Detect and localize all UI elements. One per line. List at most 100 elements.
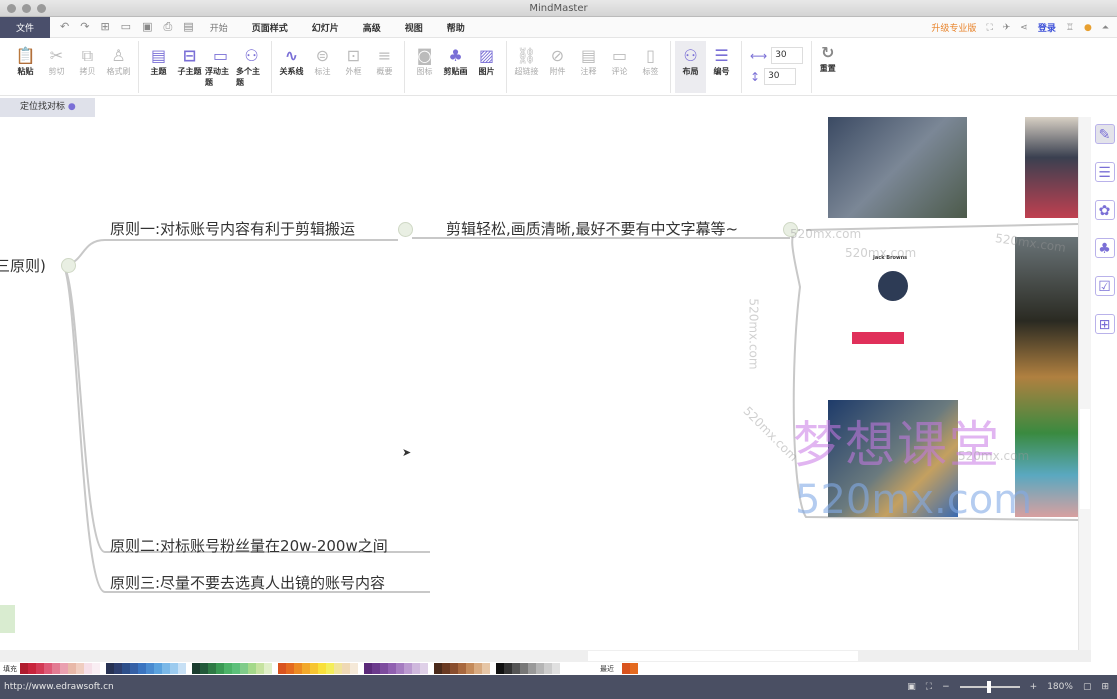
color-swatch[interactable]: [92, 663, 100, 674]
color-swatch[interactable]: [544, 663, 552, 674]
menu-page-style[interactable]: 页面样式: [252, 21, 288, 34]
avatar[interactable]: ●: [1084, 23, 1092, 33]
share-icon[interactable]: ⋖: [1020, 23, 1028, 33]
toolbar-button[interactable]: ▭浮动主题: [205, 41, 236, 93]
color-swatch[interactable]: [264, 663, 272, 674]
color-swatch[interactable]: [248, 663, 256, 674]
color-swatch[interactable]: [396, 663, 404, 674]
website-link[interactable]: http://www.edrawsoft.cn: [4, 682, 114, 692]
fit-screen-icon[interactable]: ⛶: [926, 682, 932, 692]
color-swatch[interactable]: [170, 663, 178, 674]
color-swatch[interactable]: [162, 663, 170, 674]
horizontal-spacing-input[interactable]: 30: [771, 47, 803, 64]
outline-icon[interactable]: ☰: [1095, 162, 1115, 182]
toolbar-button[interactable]: ≡概要: [369, 41, 400, 93]
toolbar-button[interactable]: ◙图标: [409, 41, 440, 93]
color-swatch[interactable]: [496, 663, 504, 674]
color-swatch[interactable]: [106, 663, 114, 674]
toolbar-button[interactable]: ▤注释: [573, 41, 604, 93]
toolbar-button[interactable]: ⛓超链接: [511, 41, 542, 93]
toolbar-button[interactable]: ⚇多个主题: [236, 41, 267, 93]
color-swatch[interactable]: [208, 663, 216, 674]
topic-principle-1[interactable]: 原则一:对标账号内容有利于剪辑搬运: [110, 218, 355, 239]
toolbar-button[interactable]: ✂剪切: [41, 41, 72, 93]
color-swatch[interactable]: [286, 663, 294, 674]
zoom-out-button[interactable]: −: [942, 682, 950, 692]
color-swatch[interactable]: [294, 663, 302, 674]
color-swatch[interactable]: [278, 663, 286, 674]
tab-close-icon[interactable]: ●: [68, 102, 76, 112]
zoom-slider[interactable]: [960, 686, 1020, 688]
recent-color-swatch[interactable]: [622, 663, 630, 674]
color-swatch[interactable]: [224, 663, 232, 674]
color-swatch[interactable]: [512, 663, 520, 674]
color-swatch[interactable]: [442, 663, 450, 674]
collapse-toggle[interactable]: [398, 222, 413, 237]
color-swatch[interactable]: [450, 663, 458, 674]
color-swatch[interactable]: [28, 663, 36, 674]
color-swatch[interactable]: [60, 663, 68, 674]
color-swatch[interactable]: [482, 663, 490, 674]
zoom-in-button[interactable]: +: [1030, 682, 1038, 692]
page-fit-icon[interactable]: ▣: [907, 682, 916, 692]
subtopic[interactable]: 剪辑轻松,画质清晰,最好不要有中文字幕等~: [446, 218, 738, 239]
mark-icon[interactable]: ✿: [1095, 200, 1115, 220]
maximize-button[interactable]: [37, 4, 46, 13]
color-swatch[interactable]: [318, 663, 326, 674]
color-swatch[interactable]: [68, 663, 76, 674]
save-icon[interactable]: ▣: [142, 20, 152, 34]
color-swatch[interactable]: [528, 663, 536, 674]
close-button[interactable]: [7, 4, 16, 13]
color-swatch[interactable]: [520, 663, 528, 674]
color-swatch[interactable]: [504, 663, 512, 674]
image-profile-screenshot[interactable]: Jack Browns: [828, 237, 1014, 402]
publish-icon[interactable]: ✈: [1003, 23, 1011, 33]
menu-start[interactable]: 开始: [210, 21, 228, 34]
color-swatch[interactable]: [256, 663, 264, 674]
color-swatch[interactable]: [146, 663, 154, 674]
color-swatch[interactable]: [114, 663, 122, 674]
undo-icon[interactable]: ↶: [60, 20, 69, 34]
mindmap-canvas[interactable]: 三原则) 原则一:对标账号内容有利于剪辑搬运 剪辑轻松,画质清晰,最好不要有中文…: [0, 117, 1078, 650]
toolbar-button[interactable]: ▤主题: [143, 41, 174, 93]
toolbar-button[interactable]: ⊜标注: [307, 41, 338, 93]
new-icon[interactable]: ⊞: [100, 20, 109, 34]
menu-advanced[interactable]: 高级: [363, 21, 381, 34]
file-menu-button[interactable]: 文件: [0, 17, 50, 38]
toolbar-button[interactable]: ▨图片: [471, 41, 502, 93]
root-topic[interactable]: 三原则): [0, 255, 46, 276]
vertical-spacing-input[interactable]: 30: [764, 68, 796, 85]
toolbar-button[interactable]: ∿关系线: [276, 41, 307, 93]
upgrade-button[interactable]: 升级专业版: [931, 21, 976, 34]
toolbar-button[interactable]: ☰编号: [706, 41, 737, 93]
toolbar-button[interactable]: ⚇布局: [675, 41, 706, 93]
toolbar-button[interactable]: ⊡外框: [338, 41, 369, 93]
color-swatch[interactable]: [154, 663, 162, 674]
collapse-icon[interactable]: ⏶: [1102, 23, 1109, 33]
topic-principle-2[interactable]: 原则二:对标账号粉丝量在20w-200w之间: [110, 535, 388, 556]
task-icon[interactable]: ☑: [1095, 276, 1115, 296]
toolbar-button[interactable]: ♙格式刷: [103, 41, 134, 93]
fullscreen-icon[interactable]: ⛶: [986, 23, 992, 33]
collapse-toggle[interactable]: [61, 258, 76, 273]
color-swatch[interactable]: [552, 663, 560, 674]
theme-icon[interactable]: ♖: [1066, 23, 1074, 33]
toolbar-button[interactable]: ⧉拷贝: [72, 41, 103, 93]
export-icon[interactable]: ▤: [183, 20, 193, 34]
color-swatch[interactable]: [36, 663, 44, 674]
color-swatch[interactable]: [240, 663, 248, 674]
format-panel-icon[interactable]: ✎: [1095, 124, 1115, 144]
color-swatch[interactable]: [364, 663, 372, 674]
color-swatch[interactable]: [350, 663, 358, 674]
image-video-grid-1[interactable]: [828, 117, 967, 218]
color-swatch[interactable]: [52, 663, 60, 674]
color-swatch[interactable]: [122, 663, 130, 674]
color-swatch[interactable]: [466, 663, 474, 674]
color-swatch[interactable]: [458, 663, 466, 674]
color-swatch[interactable]: [130, 663, 138, 674]
vertical-scrollbar[interactable]: [1078, 117, 1091, 650]
color-swatch[interactable]: [536, 663, 544, 674]
color-swatch[interactable]: [334, 663, 342, 674]
horizontal-scrollbar[interactable]: [0, 650, 1091, 662]
color-swatch[interactable]: [178, 663, 186, 674]
